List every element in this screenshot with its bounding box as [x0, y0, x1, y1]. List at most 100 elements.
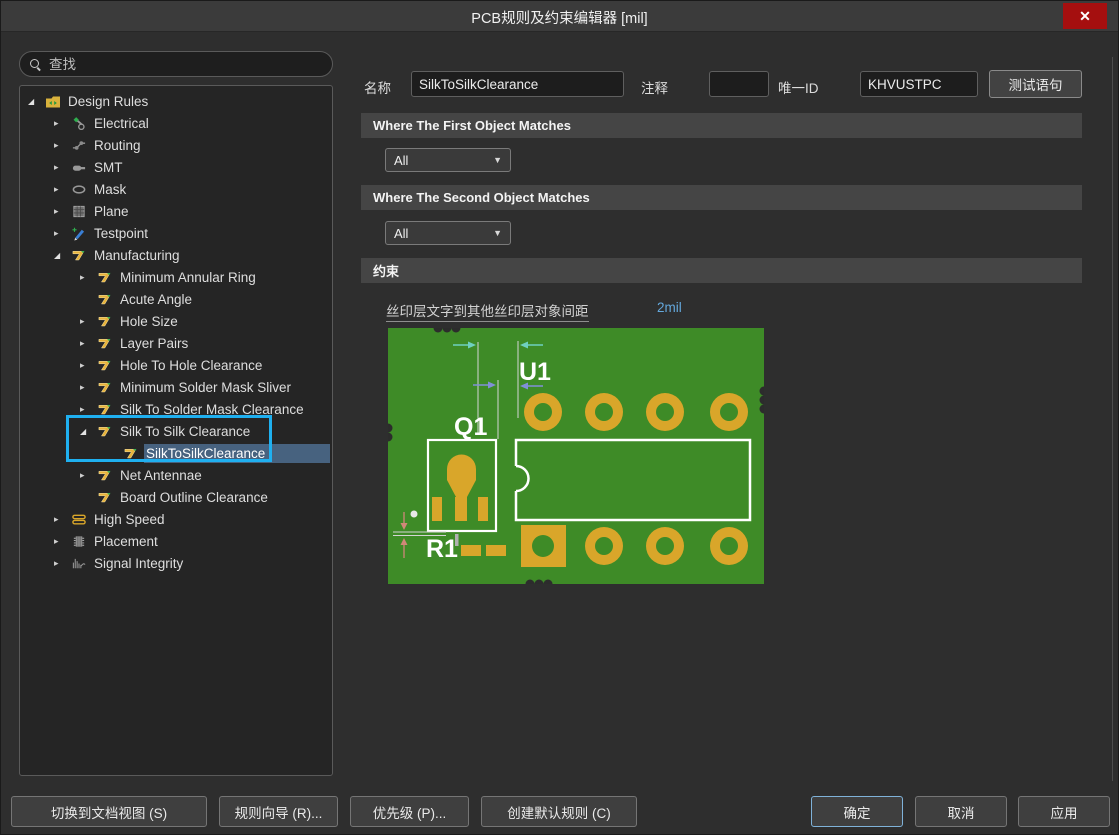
tree-item-manufacturing[interactable]: ◢ Manufacturing [20, 244, 332, 266]
first-match-dropdown[interactable]: All ▼ [385, 148, 511, 172]
switch-to-document-view-button[interactable]: 切换到文档视图 (S) [11, 796, 207, 827]
mfg-icon [71, 248, 87, 263]
name-input[interactable] [411, 71, 624, 97]
doc-view-label: 切换到文档视图 (S) [51, 802, 167, 822]
chevron-down-icon: ▼ [493, 155, 502, 165]
tree-item-label: Routing [92, 136, 145, 155]
expand-arrow-icon[interactable]: ▸ [80, 470, 97, 481]
tree-item-label: Signal Integrity [92, 554, 187, 573]
tree-item-label: Silk To Solder Mask Clearance [118, 400, 308, 419]
expand-arrow-icon[interactable]: ▸ [54, 206, 71, 217]
expand-arrow-icon[interactable]: ▸ [80, 382, 97, 393]
expand-arrow-icon[interactable]: ◢ [80, 427, 97, 436]
expand-arrow-icon[interactable]: ▸ [54, 228, 71, 239]
tree-item-hole-size[interactable]: ▸ Hole Size [20, 310, 332, 332]
expand-arrow-icon[interactable]: ◢ [54, 251, 71, 260]
routing-icon [71, 138, 87, 153]
ok-label: 确定 [844, 802, 871, 822]
tree-item-hole-to-hole-clearance[interactable]: ▸Hole To Hole Clearance [20, 354, 332, 376]
second-match-value: All [394, 226, 408, 241]
unique-id-input[interactable] [860, 71, 978, 97]
create-default-rules-button[interactable]: 创建默认规则 (C) [481, 796, 637, 827]
expand-arrow-icon[interactable]: ▸ [54, 558, 71, 569]
title-bar: PCB规则及约束编辑器 [mil] ✕ [1, 1, 1118, 32]
tree-item-label: Board Outline Clearance [118, 488, 272, 507]
mfg-icon [97, 358, 113, 373]
tree-item-label: Mask [92, 180, 130, 199]
tree-item-routing[interactable]: ▸ Routing [20, 134, 332, 156]
tree-item-label: Testpoint [92, 224, 152, 243]
apply-button[interactable]: 应用 [1018, 796, 1110, 827]
expand-arrow-icon[interactable]: ▸ [80, 316, 97, 327]
expand-arrow-icon[interactable]: ▸ [80, 360, 97, 371]
tree-item-label: Placement [92, 532, 162, 551]
tree-item-layer-pairs[interactable]: ▸Layer Pairs [20, 332, 332, 354]
cancel-button[interactable]: 取消 [915, 796, 1007, 827]
second-match-dropdown[interactable]: All ▼ [385, 221, 511, 245]
tree-item-electrical[interactable]: ▸Electrical [20, 112, 332, 134]
tree-item-acute-angle[interactable]: Acute Angle [20, 288, 332, 310]
tree-item-label: Manufacturing [92, 246, 184, 265]
rule-wizard-button[interactable]: 规则向导 (R)... [219, 796, 338, 827]
mfg-icon [97, 468, 113, 483]
electrical-icon [71, 116, 87, 131]
tree-item-placement[interactable]: ▸ Placement [20, 530, 332, 552]
tree-item-label: Minimum Annular Ring [118, 268, 260, 287]
expand-arrow-icon[interactable]: ▸ [54, 536, 71, 547]
close-button[interactable]: ✕ [1063, 3, 1107, 29]
tree-item-label: Net Antennae [118, 466, 206, 485]
tree-item-label: Hole Size [118, 312, 182, 331]
tree-item-design-rules[interactable]: ◢Design Rules [20, 90, 332, 112]
constraints-header: 约束 [361, 258, 1082, 283]
tree-item-label: SilkToSilkClearance [144, 444, 330, 463]
expand-arrow-icon[interactable]: ▸ [54, 162, 71, 173]
right-panel-edge [1112, 57, 1113, 781]
expand-arrow-icon[interactable]: ▸ [54, 118, 71, 129]
mfg-icon [97, 380, 113, 395]
expand-arrow-icon[interactable]: ▸ [54, 514, 71, 525]
tree-item-minimum-solder-mask-sliver[interactable]: ▸Minimum Solder Mask Sliver [20, 376, 332, 398]
test-queries-label: 测试语句 [1009, 74, 1063, 94]
tree-item-label: SMT [92, 158, 127, 177]
expand-arrow-icon[interactable]: ◢ [28, 97, 45, 106]
comment-input[interactable] [709, 71, 769, 97]
tree-item-testpoint[interactable]: ▸ Testpoint [20, 222, 332, 244]
test-queries-button[interactable]: 测试语句 [989, 70, 1082, 98]
tree-item-board-outline-clearance[interactable]: Board Outline Clearance [20, 486, 332, 508]
first-object-matches-header: Where The First Object Matches [361, 113, 1082, 138]
tree-item-silk-to-solder-mask-clearance[interactable]: ▸ Silk To Solder Mask Clearance [20, 398, 332, 420]
expand-arrow-icon[interactable]: ▸ [80, 272, 97, 283]
highspeed-icon [71, 512, 87, 527]
constraint-illustration: U1 Q1 R1 [388, 328, 764, 584]
search-box[interactable] [19, 51, 333, 77]
priorities-button[interactable]: 优先级 (P)... [350, 796, 469, 827]
tree-item-silktosilkclearance[interactable]: SilkToSilkClearance [20, 442, 332, 464]
tree-item-plane[interactable]: ▸Plane [20, 200, 332, 222]
tree-item-smt[interactable]: ▸ SMT [20, 156, 332, 178]
silk-dot [411, 511, 418, 518]
tree-item-high-speed[interactable]: ▸High Speed [20, 508, 332, 530]
expand-arrow-icon[interactable]: ▸ [80, 338, 97, 349]
name-label: 名称 [364, 77, 391, 97]
ok-button[interactable]: 确定 [811, 796, 903, 827]
expand-arrow-icon[interactable]: ▸ [54, 140, 71, 151]
silk-clearance-value[interactable]: 2mil [657, 300, 682, 315]
unique-id-label: 唯一ID [778, 77, 819, 97]
tree-item-net-antennae[interactable]: ▸ Net Antennae [20, 464, 332, 486]
expand-arrow-icon[interactable]: ▸ [80, 404, 97, 415]
signal-icon [71, 556, 87, 571]
tree-item-minimum-annular-ring[interactable]: ▸ Minimum Annular Ring [20, 266, 332, 288]
q1-label: Q1 [454, 413, 487, 441]
smt-icon [71, 160, 87, 175]
chevron-down-icon: ▼ [493, 228, 502, 238]
rules-tree: ◢Design Rules▸Electrical▸Routing▸SMT▸Mas… [19, 85, 333, 776]
priorities-label: 优先级 (P)... [373, 802, 447, 822]
search-input[interactable] [49, 57, 322, 72]
expand-arrow-icon[interactable]: ▸ [54, 184, 71, 195]
tree-item-mask[interactable]: ▸ Mask [20, 178, 332, 200]
tree-item-silk-to-silk-clearance[interactable]: ◢Silk To Silk Clearance [20, 420, 332, 442]
r1-label: R1 [426, 535, 458, 563]
rule-wizard-label: 规则向导 (R)... [235, 802, 323, 822]
mask-icon [71, 182, 87, 197]
tree-item-signal-integrity[interactable]: ▸ Signal Integrity [20, 552, 332, 574]
